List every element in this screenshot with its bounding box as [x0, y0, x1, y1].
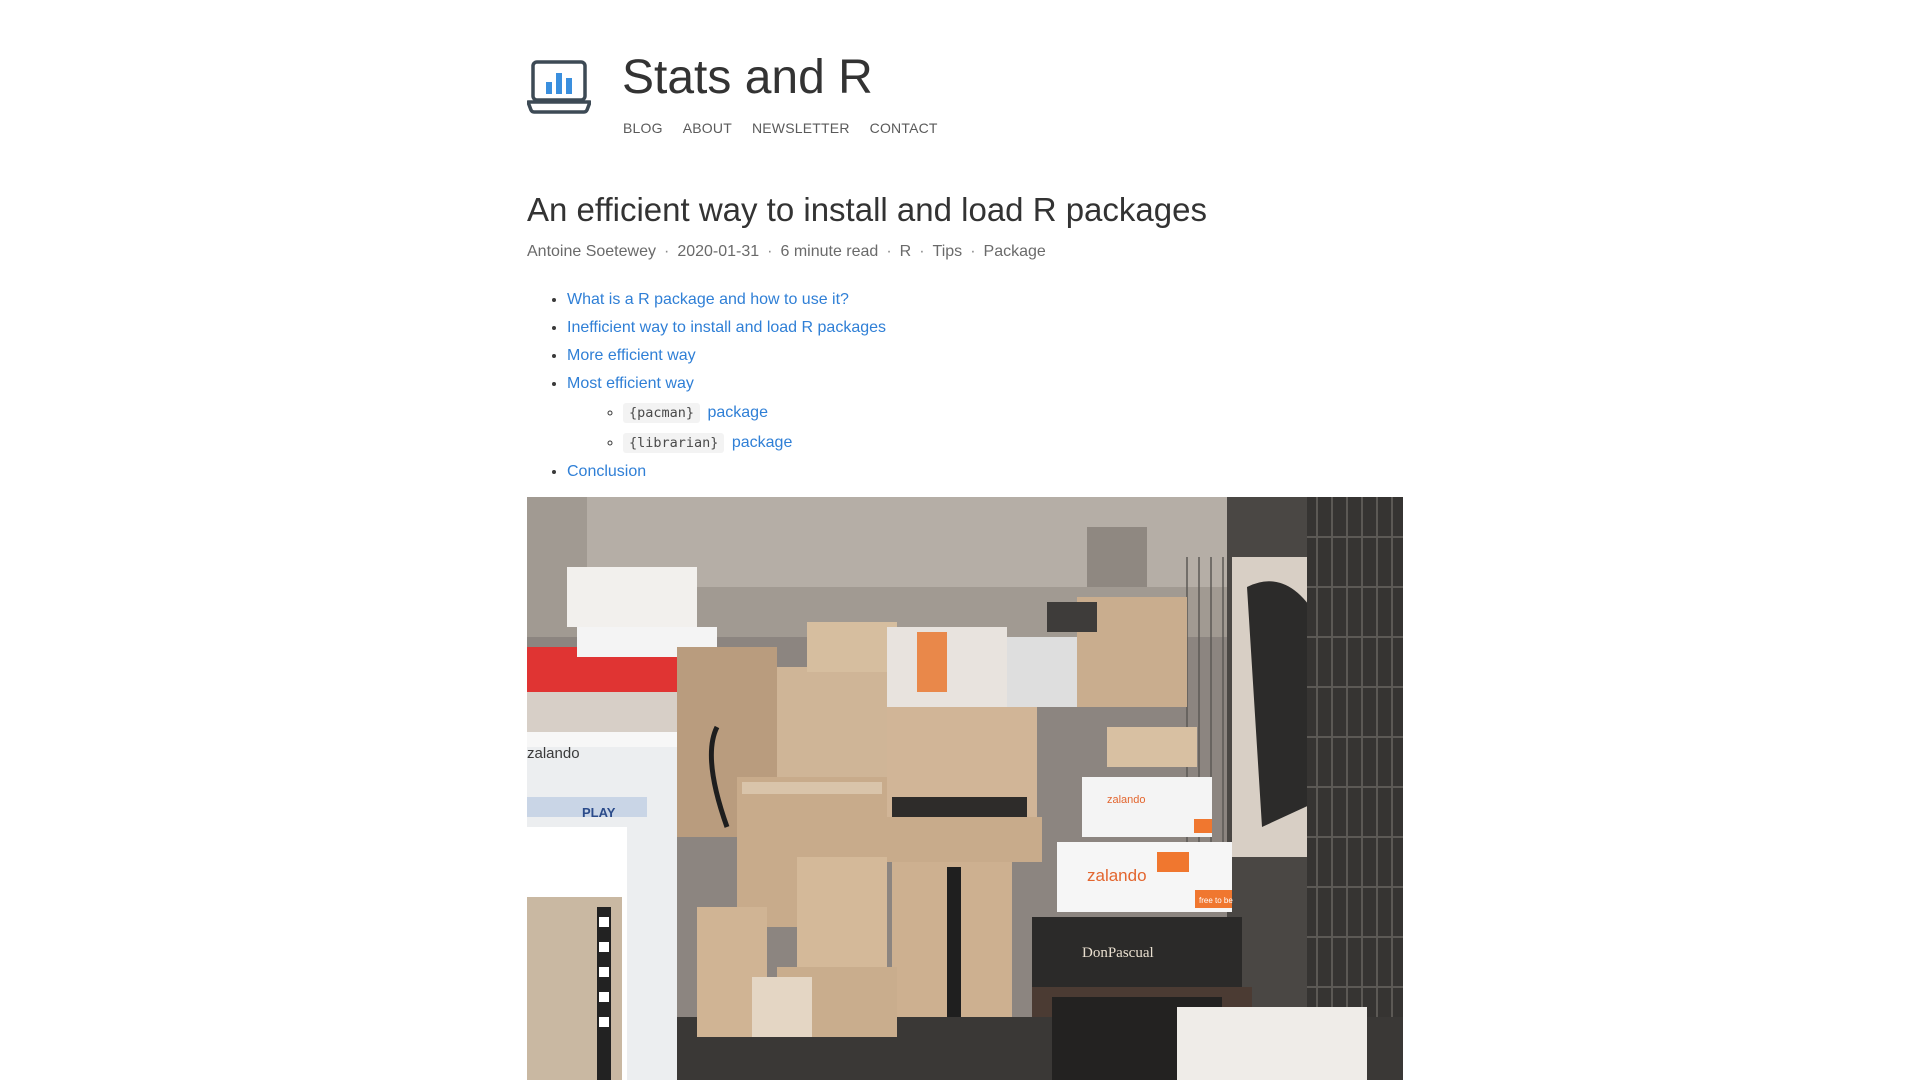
toc-item: What is a R package and how to use it?: [567, 286, 1403, 314]
meta-separator: ·: [663, 243, 670, 260]
tag-tips[interactable]: Tips: [933, 243, 963, 260]
toc-item: Conclusion: [567, 458, 1403, 486]
toc-link-pacman[interactable]: {pacman} package: [623, 403, 768, 423]
toc-subitem: {librarian} package: [623, 428, 1403, 458]
meta-separator: ·: [970, 243, 976, 260]
site-nav: BLOG ABOUT NEWSLETTER CONTACT: [623, 119, 938, 137]
site-title[interactable]: Stats and R: [622, 48, 873, 108]
cardboard-boxes-photo: zalando PLAY zalando zalando free to be …: [527, 497, 1403, 1080]
post-title: An efficient way to install and load R p…: [527, 191, 1207, 228]
nav-newsletter[interactable]: NEWSLETTER: [752, 119, 850, 137]
nav-about[interactable]: ABOUT: [683, 119, 732, 137]
tag-r[interactable]: R: [900, 243, 912, 260]
nav-blog[interactable]: BLOG: [623, 119, 663, 137]
toc-link-inefficient-way[interactable]: Inefficient way to install and load R pa…: [567, 319, 886, 336]
toc-item: More efficient way: [567, 342, 1403, 370]
toc-item: Inefficient way to install and load R pa…: [567, 314, 1403, 342]
post: An efficient way to install and load R p…: [527, 190, 1403, 486]
post-date: 2020-01-31: [677, 243, 760, 260]
toc-sublabel: package: [731, 434, 793, 451]
toc-sublabel: package: [707, 404, 768, 421]
svg-text:zalando: zalando: [1107, 794, 1146, 806]
toc-sublist: {pacman} package {librarian} package: [567, 398, 1403, 458]
toc-link-what-is-r-package[interactable]: What is a R package and how to use it?: [567, 291, 849, 308]
meta-separator: ·: [919, 243, 925, 260]
svg-text:PLAY: PLAY: [582, 805, 616, 820]
toc-link-librarian[interactable]: {librarian} package: [623, 433, 793, 453]
site-header: Stats and R BLOG ABOUT NEWSLETTER CONTAC…: [526, 0, 1403, 190]
nav-contact[interactable]: CONTACT: [870, 119, 938, 137]
meta-separator: ·: [767, 243, 773, 260]
table-of-contents: What is a R package and how to use it? I…: [527, 286, 1403, 486]
toc-item: Most efficient way {pacman} package {lib…: [567, 370, 1403, 458]
svg-text:free to be: free to be: [1199, 896, 1233, 905]
svg-text:zalando: zalando: [1087, 866, 1147, 885]
code-pacman: {pacman}: [623, 403, 701, 423]
svg-text:zalando: zalando: [527, 745, 580, 762]
post-meta: Antoine Soetewey · 2020-01-31 · 6 minute rea…: [527, 242, 1403, 262]
laptop-chart-icon[interactable]: [526, 58, 592, 114]
svg-text:DonPascual: DonPascual: [1082, 945, 1154, 961]
toc-link-more-efficient-way[interactable]: More efficient way: [567, 347, 696, 364]
toc-subitem: {pacman} package: [623, 398, 1403, 428]
meta-separator: ·: [886, 243, 892, 260]
post-author: Antoine Soetewey: [527, 243, 656, 260]
toc-link-conclusion[interactable]: Conclusion: [567, 463, 646, 480]
toc-link-most-efficient-way[interactable]: Most efficient way: [567, 375, 694, 392]
content-container: Stats and R BLOG ABOUT NEWSLETTER CONTAC…: [526, 0, 1403, 486]
hero-image: zalando PLAY zalando zalando free to be …: [527, 497, 1403, 1080]
post-read-time: 6 minute read: [780, 243, 879, 260]
tag-package[interactable]: Package: [984, 243, 1046, 260]
code-librarian: {librarian}: [623, 433, 725, 453]
page: Stats and R BLOG ABOUT NEWSLETTER CONTAC…: [0, 0, 1920, 1080]
